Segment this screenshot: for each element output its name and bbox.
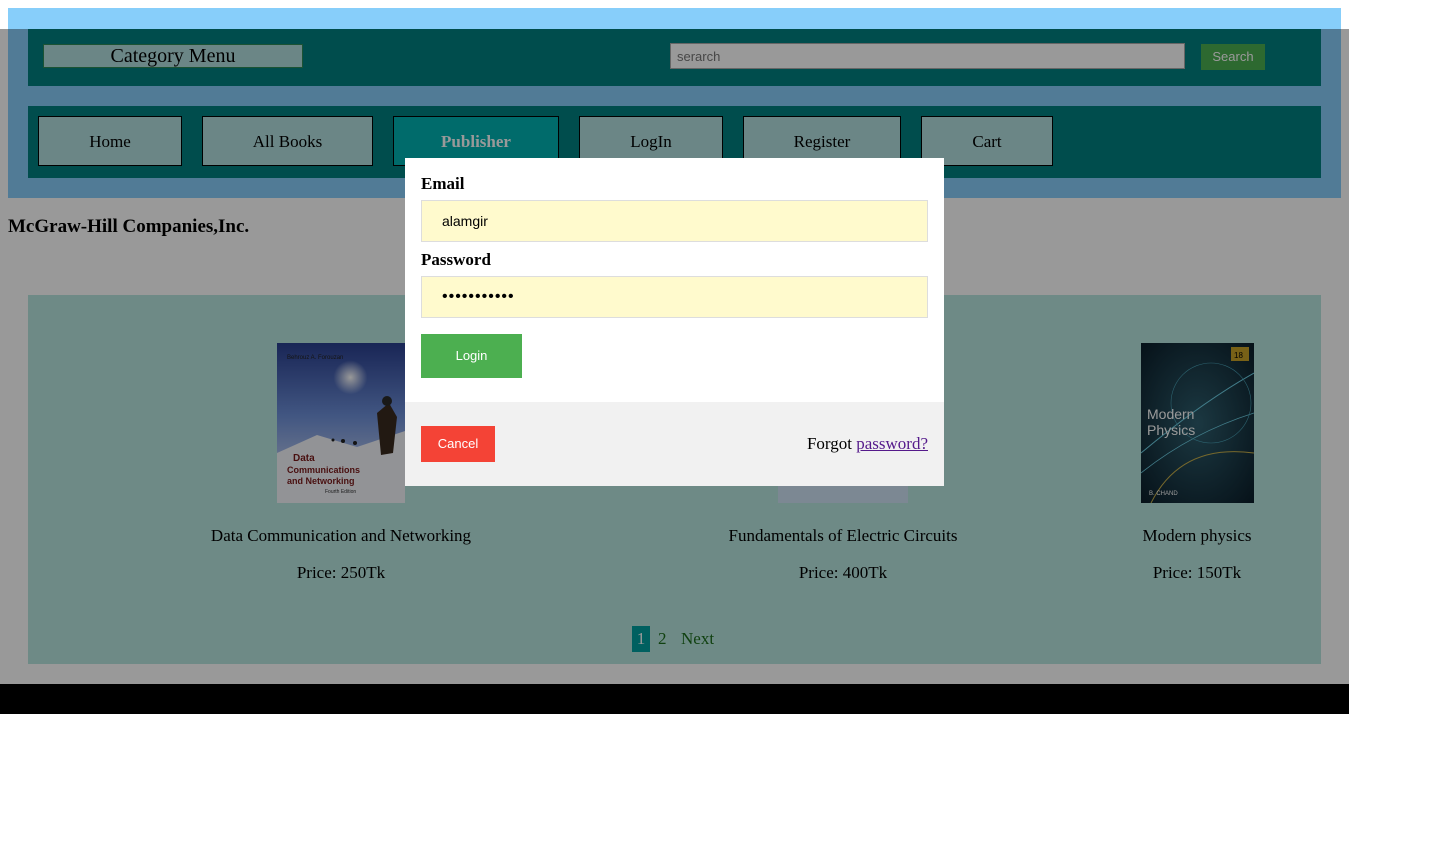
login-button[interactable]: Login (421, 334, 522, 378)
forgot-prefix: Forgot (806, 434, 852, 453)
email-field[interactable]: alamgir (421, 200, 928, 242)
modal-footer: Cancel Forgot password? (405, 402, 944, 486)
cancel-button[interactable]: Cancel (421, 426, 495, 462)
forgot-password-link[interactable]: password? (856, 434, 928, 453)
password-field[interactable]: ••••••••••• (421, 276, 928, 318)
email-label: Email (421, 174, 465, 193)
login-modal: Email alamgir Password ••••••••••• Login… (405, 158, 944, 486)
forgot-password: Forgot password? (807, 434, 928, 454)
password-label: Password (421, 250, 491, 269)
